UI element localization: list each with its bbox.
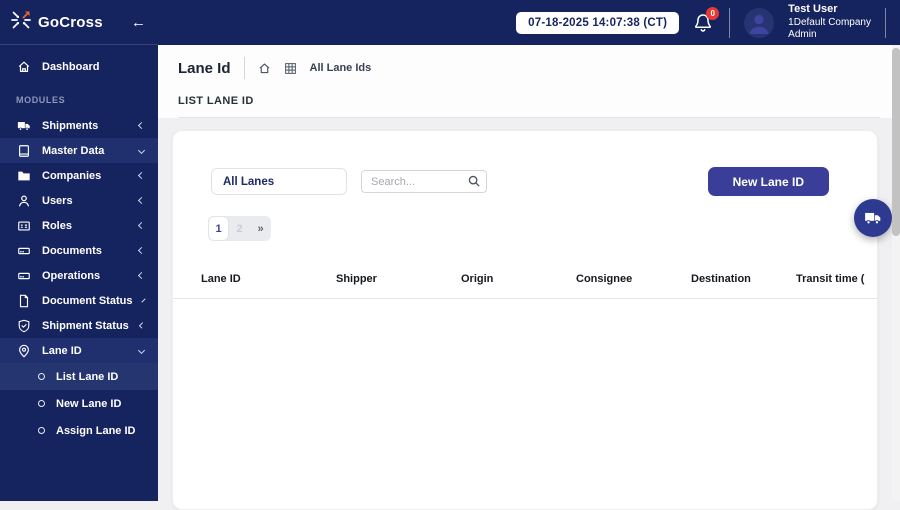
page-header: Lane Id All Lane Ids LIST LANE ID — [158, 45, 900, 118]
sidebar-item-shipments[interactable]: Shipments — [0, 113, 158, 138]
column-header-transit-time: Transit time ( — [796, 273, 865, 285]
sidebar-item-operations[interactable]: Operations — [0, 263, 158, 288]
brand-name: GoCross — [38, 13, 103, 31]
sidebar-item-label: Shipments — [42, 119, 99, 132]
sidebar-item-lane-id[interactable]: Lane ID — [0, 338, 158, 363]
folder-icon — [18, 171, 30, 180]
sidebar-item-label: Operations — [42, 269, 101, 282]
file-icon — [19, 294, 29, 307]
notifications-button[interactable]: 0 — [693, 6, 720, 34]
sidebar-item-label: Roles — [42, 219, 72, 232]
shipments-fab-button[interactable] — [854, 199, 892, 237]
user-icon — [19, 194, 29, 206]
bullet-circle-icon — [38, 427, 45, 434]
section-divider — [178, 117, 880, 118]
header-divider — [885, 7, 886, 38]
bullet-circle-icon — [38, 373, 45, 380]
chevron-left-icon — [137, 196, 146, 205]
user-name: Test User — [788, 3, 838, 16]
sidebar-subitem-label: New Lane ID — [56, 397, 122, 410]
main-content: Lane Id All Lane Ids LIST LANE ID All La… — [158, 45, 900, 510]
column-header-shipper: Shipper — [336, 273, 377, 285]
section-title: LIST LANE ID — [178, 95, 254, 107]
home-icon — [18, 61, 30, 72]
sidebar-item-roles[interactable]: Roles — [0, 213, 158, 238]
pagination: 1 2 » — [208, 216, 271, 241]
brand-logo-icon — [10, 9, 32, 36]
chevron-left-icon — [138, 322, 146, 329]
scrollbar-track[interactable] — [892, 45, 900, 501]
page-title: Lane Id — [178, 59, 231, 77]
location-pin-icon — [19, 344, 29, 357]
sidebar-item-master-data[interactable]: Master Data — [0, 138, 158, 163]
datetime-display: 07-18-2025 14:07:38 (CT) — [516, 11, 680, 34]
column-header-lane-id: Lane ID — [201, 273, 241, 285]
sidebar-subitem-new-lane-id[interactable]: New Lane ID — [0, 390, 158, 417]
home-icon[interactable] — [258, 62, 271, 75]
title-divider — [243, 57, 245, 79]
sidebar-item-label: Documents — [42, 244, 102, 257]
notification-badge: 0 — [706, 6, 720, 20]
chevron-left-icon — [141, 298, 147, 303]
sidebar-item-document-status[interactable]: Document Status — [0, 288, 158, 313]
logo-row: GoCross ← — [0, 0, 158, 45]
pagination-page-1[interactable]: 1 — [208, 216, 229, 241]
table-header-row: Lane ID Shipper Origin Consignee Destina… — [173, 273, 877, 299]
sidebar-collapse-arrow-icon[interactable]: ← — [131, 15, 146, 30]
chevron-left-icon — [137, 246, 146, 255]
bullet-circle-icon — [38, 400, 45, 407]
sidebar-item-users[interactable]: Users — [0, 188, 158, 213]
sidebar-subitem-assign-lane-id[interactable]: Assign Lane ID — [0, 417, 158, 444]
chevron-down-icon — [137, 146, 146, 155]
card-toolbar: All Lanes New Lane ID — [173, 167, 877, 196]
sidebar-item-shipment-status[interactable]: Shipment Status — [0, 313, 158, 338]
breadcrumb[interactable]: All Lane Ids — [310, 62, 372, 74]
sidebar-item-companies[interactable]: Companies — [0, 163, 158, 188]
sidebar-item-label: Lane ID — [42, 344, 82, 357]
sidebar-item-label: Companies — [42, 169, 102, 182]
modules-section-label: MODULES — [16, 95, 66, 105]
chevron-left-icon — [137, 221, 146, 230]
scrollbar-thumb[interactable] — [892, 48, 900, 236]
chevron-left-icon — [137, 271, 146, 280]
search-icon[interactable] — [467, 174, 481, 193]
shield-check-icon — [18, 319, 30, 332]
grid-icon[interactable] — [284, 62, 297, 75]
sidebar-subitem-label: List Lane ID — [56, 370, 119, 383]
sidebar-item-dashboard[interactable]: Dashboard — [0, 53, 158, 81]
chevron-down-icon — [137, 346, 146, 355]
sidebar-subitem-label: Assign Lane ID — [56, 424, 136, 437]
drive-icon — [18, 247, 30, 254]
chevron-left-icon — [137, 121, 146, 130]
user-info[interactable]: Test User 1Default Company Admin — [788, 3, 871, 42]
truck-icon — [17, 121, 30, 131]
list-card: All Lanes New Lane ID 1 2 » Lane ID Ship… — [172, 130, 878, 510]
book-icon — [19, 144, 29, 157]
sidebar-subitem-list-lane-id[interactable]: List Lane ID — [0, 363, 158, 390]
user-role: Admin — [788, 29, 817, 41]
chevron-left-icon — [137, 171, 146, 180]
new-lane-id-button[interactable]: New Lane ID — [707, 167, 829, 196]
column-header-origin: Origin — [461, 273, 494, 285]
pagination-page-2[interactable]: 2 — [229, 216, 250, 241]
id-card-icon — [18, 220, 30, 231]
column-header-consignee: Consignee — [576, 273, 633, 285]
sidebar-item-label: Users — [42, 194, 73, 207]
sidebar-item-documents[interactable]: Documents — [0, 238, 158, 263]
lanes-filter-select[interactable]: All Lanes — [211, 168, 347, 195]
column-header-destination: Destination — [691, 273, 751, 285]
sidebar: GoCross ← Dashboard MODULES Shipments Ma… — [0, 0, 158, 501]
truck-icon — [865, 212, 881, 225]
header-divider — [729, 7, 731, 38]
bell-icon — [693, 13, 713, 38]
pagination-next-icon[interactable]: » — [250, 216, 271, 241]
sidebar-item-label: Dashboard — [42, 61, 100, 73]
filter-value: All Lanes — [223, 175, 275, 188]
sidebar-item-label: Document Status — [42, 294, 133, 307]
avatar[interactable] — [744, 7, 775, 38]
sidebar-item-label: Shipment Status — [42, 319, 129, 332]
drive-icon — [18, 272, 30, 279]
user-company: 1Default Company — [788, 16, 871, 28]
sidebar-item-label: Master Data — [42, 144, 105, 157]
